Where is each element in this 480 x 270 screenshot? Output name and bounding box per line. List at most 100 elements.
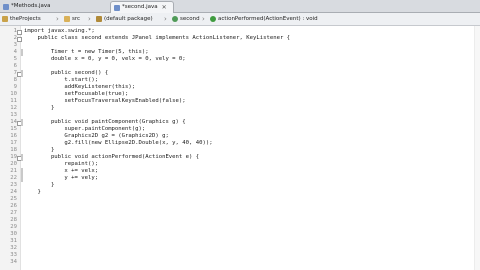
code-text[interactable]: } [24,182,54,189]
vertical-scrollbar[interactable] [474,26,480,270]
code-line[interactable]: 4 Timer t = new Timer(5, this); [0,49,480,56]
code-line[interactable]: 27 [0,210,480,217]
breadcrumb-label: actionPerformed(ActionEvent) : void [218,16,318,22]
code-line[interactable]: 29 [0,224,480,231]
code-line[interactable]: 10 setFocusable(true); [0,91,480,98]
code-line[interactable]: 23 } [0,182,480,189]
code-line[interactable]: 7 public second() { [0,70,480,77]
code-line[interactable]: 25 [0,196,480,203]
code-line[interactable]: 13 [0,112,480,119]
code-line[interactable]: 20 repaint(); [0,161,480,168]
line-number: 34 [10,259,17,265]
line-number: 7 [13,70,17,76]
class-icon [172,16,178,22]
breadcrumb-label: (default package) [104,16,153,22]
change-marker [21,70,23,77]
tab-methods-java[interactable]: *Methods.java [0,1,60,12]
code-line[interactable]: 24 } [0,189,480,196]
change-marker [21,168,23,175]
code-editor[interactable]: 1 import javax.swing.*; 2 public class sec… [0,26,480,270]
code-text[interactable]: g2.fill(new Ellipse2D.Double(x, y, 40, 4… [24,140,212,147]
close-icon[interactable]: ✕ [162,2,167,13]
line-number: 13 [10,112,17,118]
code-text[interactable]: x += velx; [24,168,98,175]
code-line[interactable]: 31 [0,238,480,245]
code-line[interactable]: 19 public void actionPerformed(ActionEve… [0,154,480,161]
code-line[interactable]: 28 [0,217,480,224]
code-text[interactable]: t.start(); [24,77,98,84]
code-text[interactable]: setFocusTraversalKeysEnabled(false); [24,98,185,105]
java-file-icon [114,4,120,11]
code-line[interactable]: 5 double x = 0, y = 0, velx = 0, vely = … [0,56,480,63]
code-line[interactable]: 15 super.paintComponent(g); [0,126,480,133]
line-number: 29 [10,224,17,230]
code-text[interactable]: y += vely; [24,175,98,182]
code-text[interactable]: import javax.swing.*; [24,28,95,35]
breadcrumb-separator: › [56,15,59,23]
line-number: 15 [10,126,17,132]
code-line[interactable]: 17 g2.fill(new Ellipse2D.Double(x, y, 40… [0,140,480,147]
line-number: 2 [13,35,17,41]
code-line[interactable]: 6 [0,63,480,70]
tab-second-java[interactable]: *second.java ✕ [110,1,174,13]
code-line[interactable]: 9 addKeyListener(this); [0,84,480,91]
line-number: 6 [13,63,17,69]
code-line[interactable]: 26 [0,203,480,210]
code-text[interactable]: addKeyListener(this); [24,84,135,91]
code-line[interactable]: 8 t.start(); [0,77,480,84]
code-line[interactable]: 22 y += vely; [0,175,480,182]
code-text[interactable]: Graphics2D g2 = (Graphics2D) g; [24,133,168,140]
line-number: 10 [10,91,17,97]
project-icon [2,16,8,22]
code-line[interactable]: 33 [0,252,480,259]
code-text[interactable]: public second() { [24,70,108,77]
line-number: 24 [10,189,17,195]
code-line[interactable]: 18 } [0,147,480,154]
line-number: 18 [10,147,17,153]
code-line[interactable]: 14 public void paintComponent(Graphics g… [0,119,480,126]
code-line[interactable]: 12 } [0,105,480,112]
code-text[interactable]: } [24,147,54,154]
folder-icon [64,16,70,22]
code-line[interactable]: 11 setFocusTraversalKeysEnabled(false); [0,98,480,105]
code-text[interactable]: } [24,189,40,196]
code-line[interactable]: 21 x += velx; [0,168,480,175]
line-number: 33 [10,252,17,258]
code-line[interactable]: 30 [0,231,480,238]
code-line[interactable]: 32 [0,245,480,252]
line-number: 32 [10,245,17,251]
breadcrumb-label: src [72,16,81,22]
line-number: 31 [10,238,17,244]
line-number: 9 [13,84,17,90]
tab-label: *second.java [122,4,158,10]
code-text[interactable]: super.paintComponent(g); [24,126,145,133]
breadcrumb-package[interactable]: (default package) [96,13,153,25]
code-line[interactable]: 3 [0,42,480,49]
breadcrumb-label: second [180,16,200,22]
code-line[interactable]: 2 public class second extends JPanel imp… [0,35,480,42]
line-number: 19 [10,154,17,160]
line-number: 28 [10,217,17,223]
code-text[interactable]: public void actionPerformed(ActionEvent … [24,154,199,161]
breadcrumb-class[interactable]: second [172,13,200,25]
line-number: 1 [13,28,17,34]
code-text[interactable]: double x = 0, y = 0, velx = 0, vely = 0; [24,56,186,63]
breadcrumb-src[interactable]: src [64,13,80,25]
change-marker [21,175,23,182]
code-text[interactable]: } [24,105,54,112]
breadcrumb-separator: › [88,15,91,23]
line-number: 17 [10,140,17,146]
code-text[interactable]: Timer t = new Timer(5, this); [24,49,149,56]
method-icon [210,16,216,22]
code-text[interactable]: public void paintComponent(Graphics g) { [24,119,186,126]
breadcrumb-project[interactable]: theProjects [2,13,41,25]
breadcrumb-method[interactable]: actionPerformed(ActionEvent) : void [210,13,318,25]
code-text[interactable]: public class second extends JPanel imple… [24,35,290,42]
line-number: 26 [10,203,17,209]
code-line[interactable]: 34 [0,259,480,266]
code-line[interactable]: 1 import javax.swing.*; [0,28,480,35]
code-text[interactable]: setFocusable(true); [24,91,128,98]
code-text[interactable]: repaint(); [24,161,98,168]
line-number: 20 [10,161,17,167]
code-line[interactable]: 16 Graphics2D g2 = (Graphics2D) g; [0,133,480,140]
